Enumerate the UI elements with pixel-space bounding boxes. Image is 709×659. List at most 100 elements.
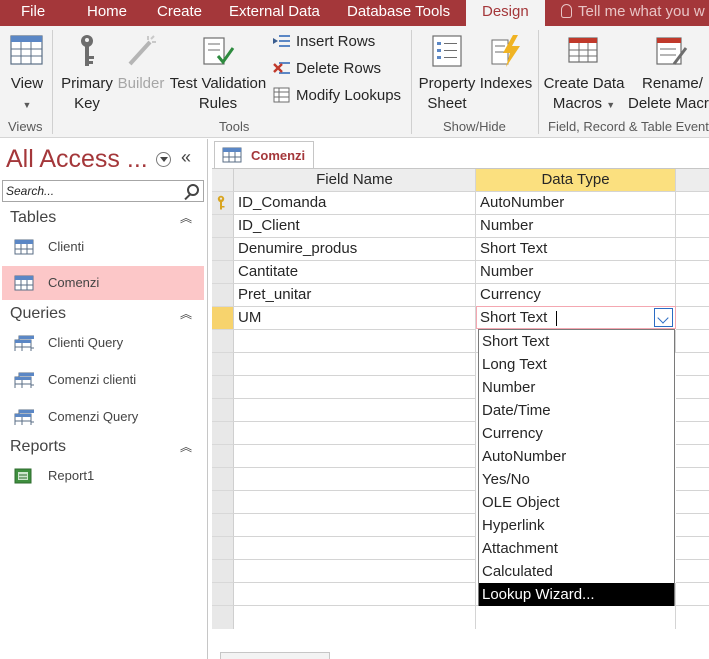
row-selector[interactable]	[212, 353, 234, 376]
description-cell[interactable]	[676, 307, 709, 330]
tab-external-data[interactable]: External Data	[229, 0, 320, 26]
row-selector[interactable]	[212, 215, 234, 238]
nav-item-comenzi-query[interactable]: Comenzi Query	[2, 400, 204, 434]
test-validation-rules-button[interactable]: Test Validation Rules	[168, 32, 268, 114]
empty-cell[interactable]	[676, 514, 709, 537]
column-header-field-name[interactable]: Field Name	[234, 169, 476, 192]
option-attachment[interactable]: Attachment	[479, 537, 674, 560]
empty-cell[interactable]	[234, 353, 476, 376]
empty-cell[interactable]	[234, 330, 476, 353]
row-selector-current[interactable]	[212, 307, 234, 330]
empty-cell[interactable]	[676, 468, 709, 491]
option-currency[interactable]: Currency	[479, 422, 674, 445]
view-button[interactable]: View ▼	[6, 32, 48, 115]
empty-cell[interactable]	[676, 399, 709, 422]
tab-create[interactable]: Create	[157, 0, 202, 26]
search-icon[interactable]	[187, 184, 199, 196]
empty-cell[interactable]	[234, 560, 476, 583]
empty-cell[interactable]	[676, 330, 709, 353]
field-name-cell[interactable]: ID_Comanda	[234, 192, 476, 215]
empty-cell[interactable]	[676, 583, 709, 606]
empty-cell[interactable]	[234, 606, 476, 629]
option-lookup-wizard[interactable]: Lookup Wizard...	[479, 583, 674, 606]
delete-rows-button[interactable]: Delete Rows	[273, 58, 381, 80]
rename-delete-macro-button[interactable]: Rename/ Delete Macr	[628, 32, 709, 114]
description-cell[interactable]	[676, 192, 709, 215]
property-sheet-button[interactable]: Property Sheet	[417, 32, 477, 114]
empty-cell[interactable]	[676, 376, 709, 399]
primary-key-button[interactable]: Primary Key	[60, 32, 114, 114]
row-selector[interactable]	[212, 192, 234, 215]
row-selector[interactable]	[212, 537, 234, 560]
data-type-cell[interactable]: Currency	[476, 284, 676, 307]
data-type-cell[interactable]: Short Text	[476, 238, 676, 261]
tell-me-box[interactable]: Tell me what you w	[561, 0, 705, 26]
create-data-macros-button[interactable]: Create Data Macros ▼	[541, 32, 627, 115]
row-selector[interactable]	[212, 445, 234, 468]
nav-item-clienti-query[interactable]: Clienti Query	[2, 326, 204, 360]
option-short-text[interactable]: Short Text	[479, 330, 674, 353]
row-selector[interactable]	[212, 261, 234, 284]
nav-section-tables[interactable]: Tables ︽	[10, 209, 200, 227]
empty-cell[interactable]	[234, 491, 476, 514]
option-long-text[interactable]: Long Text	[479, 353, 674, 376]
nav-item-report1[interactable]: Report1	[2, 459, 204, 493]
modify-lookups-button[interactable]: Modify Lookups	[273, 85, 401, 107]
empty-cell[interactable]	[234, 399, 476, 422]
document-tab-comenzi[interactable]: Comenzi	[214, 141, 314, 168]
description-cell[interactable]	[676, 261, 709, 284]
column-header-description[interactable]	[676, 169, 709, 192]
nav-section-queries[interactable]: Queries ︽	[10, 305, 200, 323]
option-calculated[interactable]: Calculated	[479, 560, 674, 583]
empty-cell[interactable]	[676, 353, 709, 376]
nav-item-comenzi[interactable]: Comenzi	[2, 266, 204, 300]
field-name-cell[interactable]: UM	[234, 307, 476, 330]
nav-section-reports[interactable]: Reports ︽	[10, 438, 200, 456]
row-selector[interactable]	[212, 583, 234, 606]
row-selector[interactable]	[212, 560, 234, 583]
tab-home[interactable]: Home	[87, 0, 127, 26]
row-selector[interactable]	[212, 491, 234, 514]
empty-cell[interactable]	[476, 606, 676, 629]
empty-cell[interactable]	[234, 376, 476, 399]
chevron-down-icon[interactable]	[654, 308, 673, 327]
field-name-cell[interactable]: Pret_unitar	[234, 284, 476, 307]
empty-cell[interactable]	[234, 583, 476, 606]
empty-cell[interactable]	[234, 537, 476, 560]
data-type-combobox[interactable]: Short Text	[476, 306, 676, 329]
row-selector[interactable]	[212, 284, 234, 307]
nav-pane-title[interactable]: All Access ...	[6, 145, 148, 174]
option-hyperlink[interactable]: Hyperlink	[479, 514, 674, 537]
option-number[interactable]: Number	[479, 376, 674, 399]
collapse-pane-icon[interactable]: «	[181, 147, 191, 168]
empty-cell[interactable]	[676, 491, 709, 514]
indexes-button[interactable]: Indexes	[479, 32, 533, 94]
empty-cell[interactable]	[676, 422, 709, 445]
row-selector[interactable]	[212, 330, 234, 353]
field-name-cell[interactable]: Cantitate	[234, 261, 476, 284]
empty-cell[interactable]	[676, 537, 709, 560]
row-selector[interactable]	[212, 376, 234, 399]
option-date-time[interactable]: Date/Time	[479, 399, 674, 422]
data-type-cell[interactable]: AutoNumber	[476, 192, 676, 215]
builder-button[interactable]: Builder	[116, 32, 166, 94]
field-name-cell[interactable]: ID_Client	[234, 215, 476, 238]
empty-cell[interactable]	[234, 445, 476, 468]
data-type-cell[interactable]: Number	[476, 261, 676, 284]
empty-cell[interactable]	[676, 445, 709, 468]
row-selector[interactable]	[212, 422, 234, 445]
row-selector[interactable]	[212, 238, 234, 261]
empty-cell[interactable]	[234, 422, 476, 445]
description-cell[interactable]	[676, 284, 709, 307]
field-name-cell[interactable]: Denumire_produs	[234, 238, 476, 261]
data-type-cell[interactable]: Number	[476, 215, 676, 238]
nav-item-clienti[interactable]: Clienti	[2, 230, 204, 264]
empty-cell[interactable]	[234, 468, 476, 491]
description-cell[interactable]	[676, 238, 709, 261]
empty-cell[interactable]	[234, 514, 476, 537]
option-yes-no[interactable]: Yes/No	[479, 468, 674, 491]
grid-corner[interactable]	[212, 169, 234, 192]
nav-menu-dropdown-icon[interactable]	[156, 152, 171, 167]
column-header-data-type[interactable]: Data Type	[476, 169, 676, 192]
row-selector[interactable]	[212, 514, 234, 537]
